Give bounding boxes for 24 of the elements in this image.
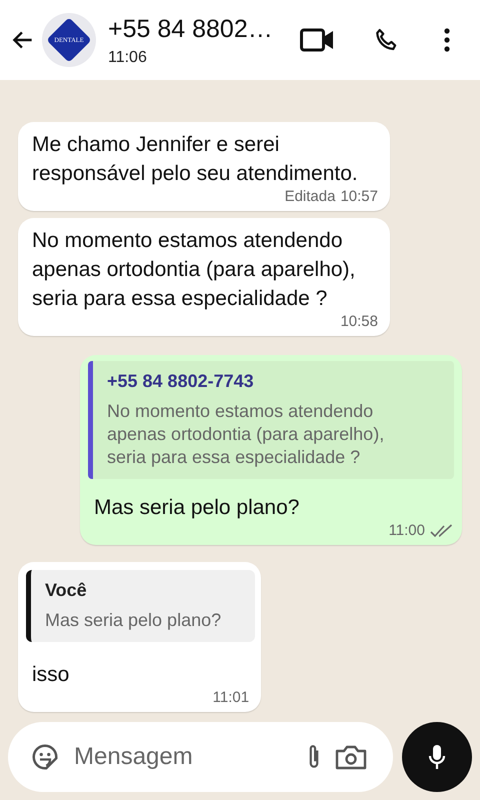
camera-icon[interactable] bbox=[335, 744, 367, 770]
message-text: No momento estamos atendendo apenas ortodontia (para aparelho), seria para essa especialidade ? bbox=[32, 228, 356, 312]
quoted-message[interactable]: +55 84 8802-7743 No momento estamos atendendo apenas ortodontia (para aparelho), seria para essa especialidade ? bbox=[88, 361, 454, 479]
quoted-author: +55 84 8802-7743 bbox=[107, 371, 255, 392]
message-time: 11:00 bbox=[388, 522, 425, 539]
message-time: 10:58 bbox=[340, 313, 378, 330]
message-time: 11:01 bbox=[212, 689, 250, 706]
quoted-text: No momento estamos atendendo apenas ortodontia (para aparelho), seria para essa especialidade ? bbox=[107, 400, 386, 469]
quoted-author: Você bbox=[45, 580, 88, 601]
sticker-icon[interactable] bbox=[30, 742, 60, 772]
message-text: Mas seria pelo plano? bbox=[93, 495, 300, 521]
message-time: 10:57 bbox=[340, 188, 378, 205]
quoted-text: Mas seria pelo plano? bbox=[45, 609, 222, 632]
more-options-icon[interactable] bbox=[444, 28, 450, 52]
message-input-field[interactable]: Mensagem bbox=[8, 722, 393, 792]
last-seen-time: 11:06 bbox=[108, 49, 148, 67]
quoted-message[interactable]: Você Mas seria pelo plano? bbox=[26, 570, 256, 642]
contact-name[interactable]: +55 84 8802… bbox=[108, 13, 273, 45]
message-text: isso bbox=[32, 662, 70, 688]
video-call-icon[interactable] bbox=[300, 28, 334, 52]
microphone-icon bbox=[427, 743, 447, 771]
message-input[interactable]: Mensagem bbox=[72, 742, 263, 772]
edited-label: Editada bbox=[284, 188, 336, 205]
message-text: Me chamo Jennifer e serei responsável pelo seu atendimento. bbox=[32, 132, 359, 187]
